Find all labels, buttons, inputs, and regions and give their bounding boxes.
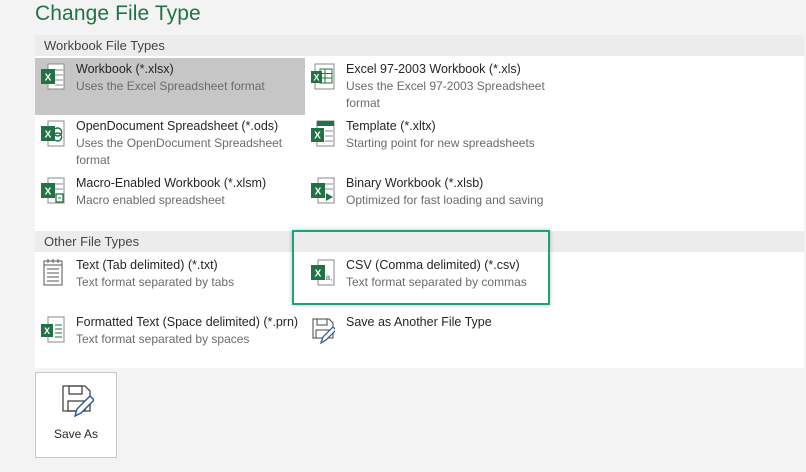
file-type-csv[interactable]: a, X CSV (Comma delimited) (*.csv) Text … — [305, 254, 575, 311]
macro-workbook-icon: X — [41, 177, 65, 204]
formatted-text-icon: X — [41, 316, 65, 343]
page-title: Change File Type — [35, 2, 201, 25]
text-file-icon — [43, 259, 63, 286]
csv-file-icon: a, X — [311, 259, 335, 286]
save-as-button[interactable]: Save As — [35, 372, 117, 458]
save-as-another-icon — [312, 318, 335, 344]
template-icon: X — [311, 120, 335, 147]
file-type-desc: Text format separated by commas — [346, 275, 527, 289]
svg-text:a,: a, — [326, 273, 333, 282]
file-type-xlsm[interactable]: X Macro-Enabled Workbook (*.xlsm) Macro … — [35, 172, 305, 222]
opendocument-icon: X — [41, 120, 65, 147]
svg-text:X: X — [313, 73, 319, 83]
file-type-title: OpenDocument Spreadsheet (*.ods) — [76, 119, 279, 133]
file-type-ods[interactable]: X OpenDocument Spreadsheet (*.ods) Uses … — [35, 115, 305, 172]
svg-text:X: X — [45, 187, 52, 198]
excel-97-2003-icon: X — [311, 63, 335, 90]
svg-text:X: X — [314, 131, 321, 142]
file-type-desc: Uses the OpenDocument Spreadsheet format — [76, 136, 283, 167]
file-type-prn[interactable]: X Formatted Text (Space delimited) (*.pr… — [35, 311, 305, 368]
file-type-title: Save as Another File Type — [346, 315, 492, 329]
save-as-icon — [62, 385, 94, 417]
file-type-desc: Text format separated by spaces — [76, 332, 250, 346]
file-type-title: CSV (Comma delimited) (*.csv) — [346, 258, 520, 272]
file-type-xlsb[interactable]: X Binary Workbook (*.xlsb) Optimized for… — [305, 172, 605, 222]
file-type-desc: Uses the Excel 97-2003 Spreadsheet forma… — [346, 79, 545, 110]
file-type-panel: Workbook File Types X Workbook (*.xlsx) … — [35, 35, 804, 368]
svg-text:X: X — [45, 130, 52, 141]
file-type-desc: Starting point for new spreadsheets — [346, 136, 535, 150]
file-type-txt[interactable]: Text (Tab delimited) (*.txt) Text format… — [35, 254, 305, 311]
file-type-title: Macro-Enabled Workbook (*.xlsm) — [76, 176, 267, 190]
save-as-label: Save As — [53, 427, 99, 441]
section-header-workbook: Workbook File Types — [35, 35, 804, 56]
file-type-desc: Macro enabled spreadsheet — [76, 193, 225, 207]
svg-text:X: X — [44, 326, 50, 336]
file-type-desc: Optimized for fast loading and saving — [346, 193, 544, 207]
file-type-xlsx[interactable]: X Workbook (*.xlsx) Uses the Excel Sprea… — [35, 58, 305, 115]
excel-workbook-icon: X — [41, 63, 65, 90]
file-type-title: Workbook (*.xlsx) — [76, 62, 174, 76]
file-type-desc: Text format separated by tabs — [76, 275, 235, 289]
file-type-title: Formatted Text (Space delimited) (*.prn) — [76, 315, 299, 329]
svg-text:X: X — [315, 269, 322, 280]
file-type-desc: Uses the Excel Spreadsheet format — [76, 79, 265, 93]
section-header-other: Other File Types — [35, 231, 804, 252]
svg-text:X: X — [315, 187, 322, 198]
file-type-title: Excel 97-2003 Workbook (*.xls) — [346, 62, 521, 76]
file-type-another[interactable]: Save as Another File Type — [305, 311, 575, 368]
file-type-title: Text (Tab delimited) (*.txt) — [76, 258, 218, 272]
file-type-title: Template (*.xltx) — [346, 119, 436, 133]
file-type-xltx[interactable]: X Template (*.xltx) Starting point for n… — [305, 115, 575, 172]
file-type-xls[interactable]: X Excel 97-2003 Workbook (*.xls) Uses th… — [305, 58, 575, 115]
file-type-title: Binary Workbook (*.xlsb) — [346, 176, 484, 190]
binary-workbook-icon: X — [311, 177, 335, 204]
svg-text:X: X — [45, 73, 52, 84]
